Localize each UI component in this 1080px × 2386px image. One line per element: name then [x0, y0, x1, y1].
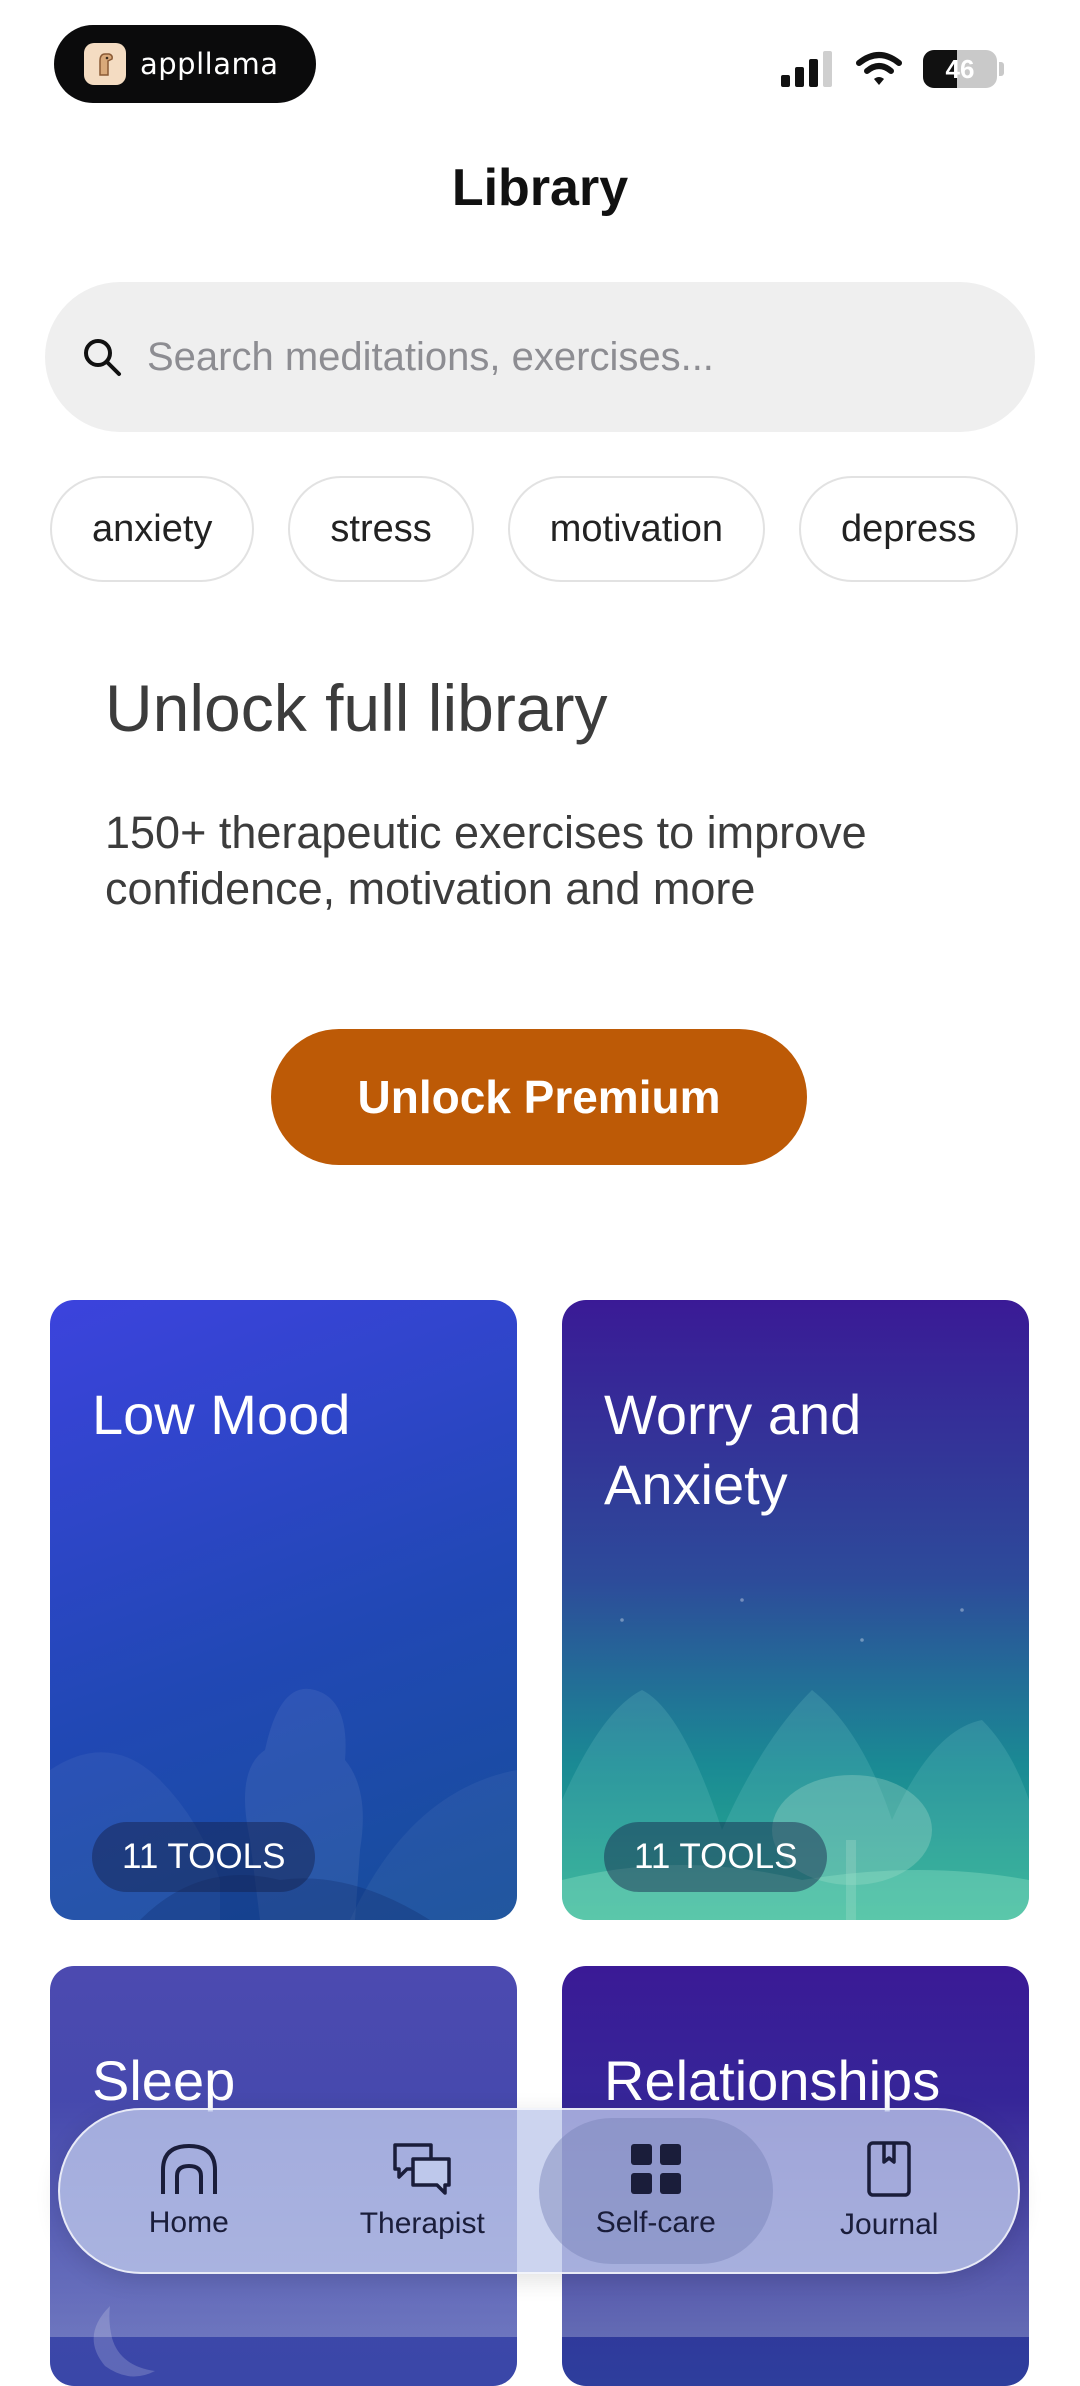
category-card-low-mood[interactable]: Low Mood 11 TOOLS: [50, 1300, 517, 1920]
unlock-title: Unlock full library: [105, 671, 608, 745]
status-icons: 46: [781, 50, 1004, 88]
category-card-worry-anxiety[interactable]: Worry and Anxiety 11 TOOLS: [562, 1300, 1029, 1920]
unlock-description: 150+ therapeutic exercises to improve co…: [105, 807, 867, 914]
chip-stress[interactable]: stress: [288, 476, 474, 582]
nav-therapist[interactable]: Therapist: [306, 2118, 540, 2264]
nav-self-care[interactable]: Self-care: [539, 2118, 773, 2264]
search-input[interactable]: [145, 333, 1009, 381]
card-title: Low Mood: [92, 1383, 351, 1446]
unlock-premium-button[interactable]: Unlock Premium: [271, 1029, 807, 1165]
search-icon: [84, 339, 121, 376]
tag-chips: anxiety stress motivation depress: [50, 476, 1030, 586]
nav-label: Journal: [840, 2208, 939, 2241]
battery-level: 46: [945, 53, 975, 84]
chip-depression[interactable]: depress: [798, 476, 1019, 582]
app-logo-pill: appllama: [54, 25, 316, 103]
nav-label: Home: [148, 2206, 229, 2239]
card-title: Worry and Anxiety: [604, 1383, 862, 1516]
cellular-signal-icon: [781, 51, 832, 87]
battery-indicator: 46: [923, 50, 997, 88]
grid-icon: [630, 2144, 681, 2194]
brand-name: appllama: [140, 47, 279, 81]
wifi-icon: [856, 52, 902, 85]
tools-count-badge: 11 TOOLS: [92, 1822, 316, 1892]
home-arch-icon: [160, 2144, 217, 2194]
nav-label: Self-care: [595, 2206, 716, 2239]
chip-motivation[interactable]: motivation: [507, 476, 765, 582]
search-bar[interactable]: [45, 282, 1035, 432]
nav-label: Therapist: [359, 2207, 485, 2240]
bottom-nav: Home Therapist Self-care Journal: [58, 2108, 1020, 2274]
tools-count-badge: 11 TOOLS: [604, 1822, 828, 1892]
nav-home[interactable]: Home: [72, 2118, 306, 2264]
book-icon: [867, 2141, 911, 2197]
nav-journal[interactable]: Journal: [773, 2118, 1007, 2264]
page-title: Library: [451, 159, 629, 217]
chip-anxiety[interactable]: anxiety: [50, 476, 255, 582]
chat-bubbles-icon: [393, 2143, 451, 2195]
llama-icon: [84, 43, 126, 85]
